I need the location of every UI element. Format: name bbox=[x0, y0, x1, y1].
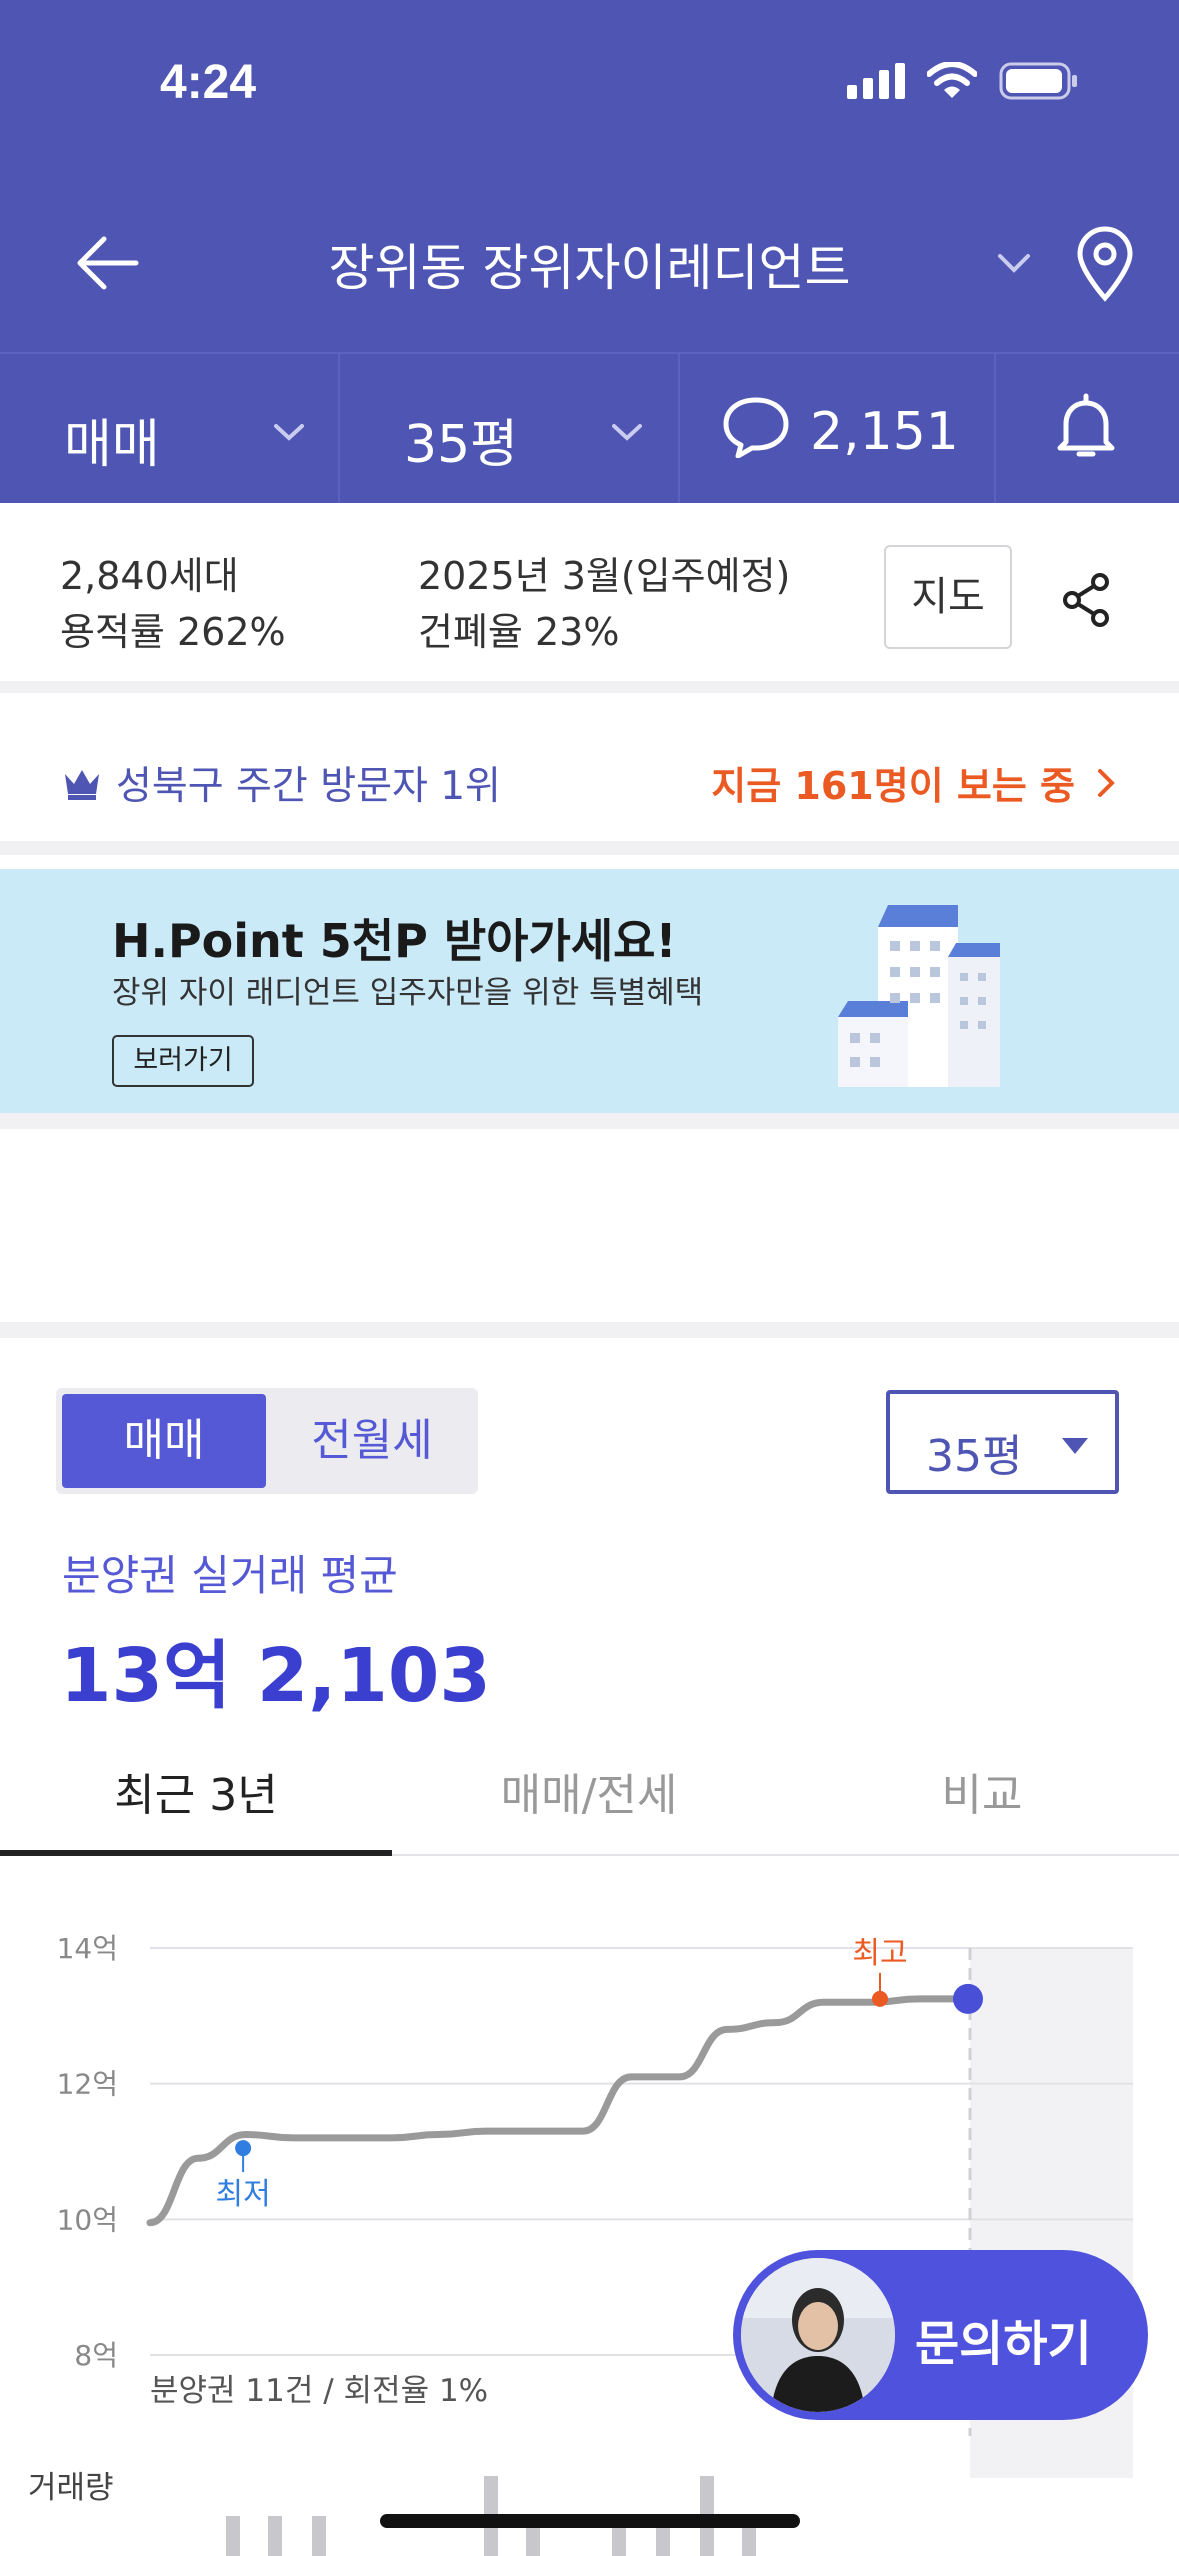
location-pin-icon[interactable] bbox=[1072, 226, 1138, 302]
tab-sale-jeonse[interactable]: 매매/전세 bbox=[393, 1740, 785, 1856]
section-divider bbox=[0, 1113, 1179, 1129]
banner-headline: H.Point 5천P 받아가세요! bbox=[112, 914, 677, 968]
size-select[interactable]: 35평 bbox=[886, 1390, 1119, 1494]
segment-rent[interactable]: 전월세 bbox=[272, 1394, 472, 1488]
floor-area-ratio: 용적률 262% bbox=[60, 610, 286, 654]
price-chart: 14억 12억 10억 8억 최저 최고분양권 11건 / 회전율 1% 거래량 bbox=[28, 1932, 1133, 2556]
visitor-rank-row[interactable]: 성북구 주간 방문자 1위 지금 161명이 보는 중 bbox=[0, 705, 1179, 855]
size-label: 35평 bbox=[404, 415, 519, 475]
apartment-illustration bbox=[838, 905, 1000, 1087]
home-indicator bbox=[380, 2514, 800, 2528]
agent-photo bbox=[741, 2258, 895, 2412]
avg-price-value: 13억 2,103 bbox=[60, 1633, 491, 1719]
share-icon[interactable] bbox=[1060, 572, 1114, 628]
max-label: 최고 bbox=[852, 1936, 907, 1971]
filter-bar: 매매 35평 2,151 bbox=[0, 352, 1179, 503]
speech-bubble-icon bbox=[723, 397, 789, 458]
trade-type-dropdown[interactable]: 매매 bbox=[0, 354, 340, 503]
size-select-value: 35평 bbox=[926, 1431, 1023, 1482]
bell-icon bbox=[1057, 393, 1115, 457]
size-dropdown[interactable]: 35평 bbox=[340, 354, 680, 503]
y-tick-label: 10억 bbox=[57, 2203, 118, 2236]
wifi-icon bbox=[927, 62, 977, 98]
trade-segment-control: 매매 전월세 bbox=[56, 1388, 478, 1494]
notification-button[interactable] bbox=[996, 354, 1179, 503]
caret-down-icon bbox=[1062, 1438, 1088, 1454]
comment-count: 2,151 bbox=[810, 402, 959, 462]
section-divider bbox=[0, 1322, 1179, 1338]
chevron-right-icon bbox=[1098, 768, 1115, 797]
chart-tabs: 최근 3년 매매/전세 비교 bbox=[0, 1740, 1179, 1856]
crown-icon bbox=[65, 770, 99, 800]
volume-label: 거래량 bbox=[28, 2470, 114, 2506]
rank-label: 성북구 주간 방문자 1위 bbox=[116, 764, 501, 809]
chevron-down-icon bbox=[612, 424, 642, 441]
y-tick-label: 8억 bbox=[74, 2339, 118, 2372]
move-in-date: 2025년 3월(입주예정) bbox=[418, 554, 791, 598]
y-tick-label: 12억 bbox=[57, 2068, 118, 2101]
households: 2,840세대 bbox=[60, 554, 239, 598]
chevron-down-icon bbox=[274, 424, 304, 441]
promo-banner[interactable]: H.Point 5천P 받아가세요! 장위 자이 래디언트 입주자만을 위한 특… bbox=[0, 869, 1179, 1113]
banner-view-button[interactable]: 보러가기 bbox=[112, 1035, 254, 1087]
volume-bar bbox=[268, 2516, 282, 2556]
segment-sale[interactable]: 매매 bbox=[62, 1394, 266, 1488]
rank-badge: 성북구 주간 방문자 1위 bbox=[62, 755, 501, 811]
map-button[interactable]: 지도 bbox=[884, 545, 1012, 649]
tab-recent-3y[interactable]: 최근 3년 bbox=[0, 1740, 392, 1856]
tab-compare[interactable]: 비교 bbox=[786, 1740, 1178, 1856]
min-label: 최저 bbox=[216, 2177, 271, 2212]
volume-bar bbox=[226, 2516, 240, 2556]
app-header: 4:24 장위동 장위자이레디언트 매매 35평 2,151 bbox=[0, 0, 1179, 503]
status-icons bbox=[847, 62, 1079, 100]
banner-subtext: 장위 자이 래디언트 입주자만을 위한 특별혜택 bbox=[112, 975, 704, 1011]
latest-point bbox=[953, 1983, 983, 2014]
price-line bbox=[146, 1995, 972, 2227]
volume-bar bbox=[312, 2516, 326, 2556]
building-coverage: 건폐율 23% bbox=[418, 610, 620, 654]
chart-note: 분양권 11건 / 회전율 1% bbox=[150, 2373, 488, 2409]
trade-type-label: 매매 bbox=[64, 415, 160, 475]
signal-icon bbox=[847, 63, 905, 99]
live-viewers-link[interactable]: 지금 161명이 보는 중 bbox=[711, 755, 1115, 810]
chevron-down-icon[interactable] bbox=[994, 248, 1034, 278]
y-tick-label: 14억 bbox=[57, 1932, 118, 1965]
avatar bbox=[741, 2258, 895, 2412]
battery-icon bbox=[999, 62, 1077, 100]
inquiry-label: 문의하기 bbox=[915, 2316, 1092, 2372]
avg-price-label: 분양권 실거래 평균 bbox=[62, 1551, 398, 1600]
max-point bbox=[872, 1990, 888, 2007]
live-viewers-text: 지금 161명이 보는 중 bbox=[711, 764, 1075, 808]
inquiry-button[interactable]: 문의하기 bbox=[733, 2250, 1148, 2420]
comments-button[interactable]: 2,151 bbox=[680, 354, 996, 503]
status-time: 4:24 bbox=[160, 56, 257, 109]
